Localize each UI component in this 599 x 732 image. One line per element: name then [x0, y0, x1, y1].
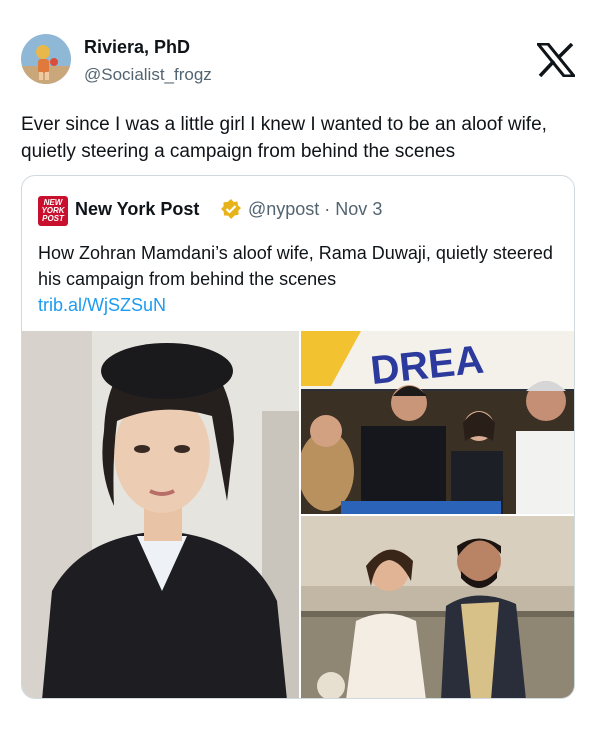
- x-logo-icon[interactable]: [537, 43, 575, 77]
- photo-campaign-stage[interactable]: DREA: [301, 331, 574, 514]
- photo-wedding[interactable]: [301, 516, 574, 698]
- photo-woman-selfie[interactable]: [22, 331, 299, 698]
- verified-badge-icon: [220, 198, 242, 220]
- frog-avatar-icon: [21, 34, 71, 84]
- tweet-text: Ever since I was a little girl I knew I …: [21, 114, 547, 162]
- quoted-source-name[interactable]: New York Post: [75, 198, 199, 220]
- author-handle[interactable]: @Socialist_frogz: [84, 64, 212, 86]
- quoted-link[interactable]: trib.al/WjSZSuN: [38, 292, 166, 318]
- author-name[interactable]: Riviera, PhD: [84, 36, 190, 58]
- quoted-tweet-card[interactable]: NEW YORK POST New York Post @nypost · No…: [21, 175, 575, 699]
- quoted-tweet-text: How Zohran Mamdani’s aloof wife, Rama Du…: [38, 243, 553, 289]
- nypost-logo-icon: NEW YORK POST: [38, 196, 68, 226]
- author-avatar[interactable]: [21, 34, 71, 84]
- quoted-handle-date[interactable]: @nypost · Nov 3: [248, 198, 382, 220]
- nypost-logo-text: NEW YORK POST: [41, 198, 65, 223]
